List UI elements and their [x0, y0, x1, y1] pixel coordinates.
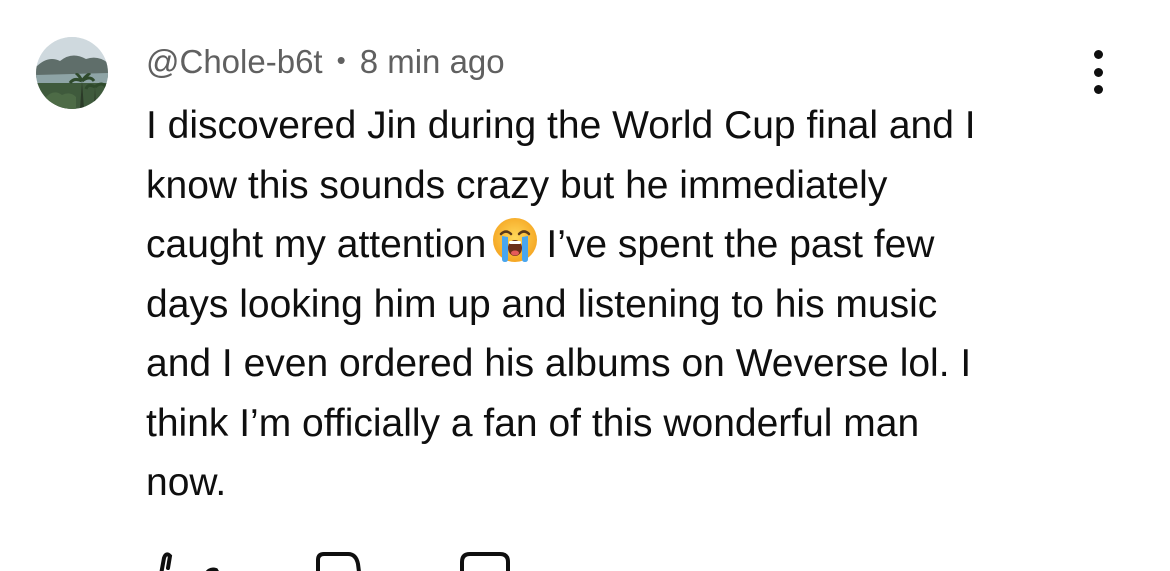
comment-line: now. [146, 461, 227, 504]
comment-thread: @Chole-b6t • 8 min ago I discovered Jin … [0, 0, 1170, 571]
comment-line-part: I’ve spent the past few [546, 223, 935, 266]
comment-line: I discovered Jin during the World Cup fi… [146, 104, 976, 147]
comment-line: and I even ordered his albums on Weverse… [146, 342, 972, 385]
more-vert-icon[interactable] [1078, 50, 1118, 94]
more-dot [1093, 67, 1103, 77]
reply-icon[interactable] [458, 550, 518, 571]
comment-text: I discovered Jin during the World Cup fi… [146, 96, 1086, 513]
comment-line-with-emoji: caught my attention I’ve spent the past … [146, 215, 1086, 275]
timestamp: 8 min ago [359, 43, 505, 80]
more-dot [1093, 85, 1103, 94]
thumb-up-icon[interactable] [146, 550, 226, 571]
username[interactable]: @Chole-b6t [146, 43, 323, 81]
comment-meta: @Chole-b6t • 8 min ago [146, 40, 505, 84]
avatar-landscape-image [36, 37, 108, 109]
comment-actions [146, 550, 646, 571]
more-dot [1093, 50, 1103, 59]
loudly-crying-face-emoji [490, 215, 540, 283]
meta-separator: • [336, 44, 346, 75]
comment-line: days looking him up and listening to his… [146, 282, 938, 326]
avatar[interactable] [36, 37, 108, 109]
comment-line-part: caught my attention [146, 223, 487, 266]
thumb-down-icon[interactable] [314, 550, 374, 571]
comment-line: think I’m officially a fan of this wonde… [146, 401, 920, 445]
comment-line: know this sounds crazy but he immediatel… [146, 163, 888, 207]
